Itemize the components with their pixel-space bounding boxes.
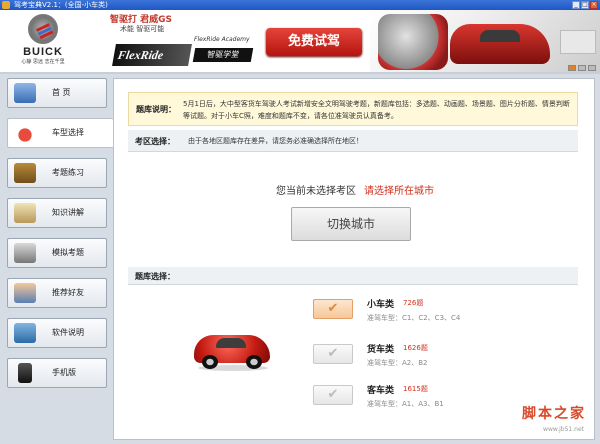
main-panel: 题库说明： 5月1日后，大中型客货车驾驶人考试新增安全文明驾驶考题，新题库包括：… bbox=[113, 78, 595, 440]
bank-option-license-types: 准驾车型：A2、B2 bbox=[367, 359, 428, 367]
home-icon bbox=[14, 83, 36, 103]
window-titlebar: 驾考宝典V2.1：(全国-小车类) _ □ × bbox=[0, 0, 600, 10]
watermark-text: 脚本之家 bbox=[522, 406, 586, 422]
sidebar: 首 页 车型选择 考题练习 知识讲解 模拟考题 推荐好友 软件说明 手机版 bbox=[7, 78, 113, 398]
notice-body: 5月1日后，大中型客货车驾驶人考试新增安全文明驾驶考题，新题库包括：多选题、动画… bbox=[183, 100, 570, 120]
current-region-text: 您当前未选择考区 bbox=[276, 186, 356, 197]
bank-option-truck[interactable]: ✔ 货车类 1626题 准驾车型：A2、B2 bbox=[313, 342, 573, 378]
watermark-url: www.jb51.net bbox=[543, 426, 584, 433]
brand-name: BUICK bbox=[23, 46, 63, 58]
region-section: 考区选择： 由于各地区题库存在差异，请您务必准确选择所在地区！ bbox=[128, 130, 578, 152]
check-icon[interactable]: ✔ bbox=[313, 344, 353, 364]
exam-icon bbox=[14, 243, 36, 263]
banner-page-dot[interactable] bbox=[588, 65, 596, 71]
sidebar-item-label: 知识讲解 bbox=[52, 208, 84, 217]
sidebar-item-practice[interactable]: 考题练习 bbox=[7, 158, 107, 188]
maximize-button[interactable]: □ bbox=[581, 1, 589, 9]
check-icon[interactable]: ✔ bbox=[313, 385, 353, 405]
select-city-link[interactable]: 请选择所在城市 bbox=[364, 186, 434, 197]
region-hint: 由于各地区题库存在差异，请您务必准确选择所在地区！ bbox=[188, 137, 363, 145]
sidebar-item-label: 车型选择 bbox=[52, 128, 84, 137]
app-icon bbox=[2, 1, 10, 9]
bank-option-name: 客车类 bbox=[367, 386, 395, 396]
banner-page-dot[interactable] bbox=[568, 65, 576, 71]
question-bank-notice: 题库说明： 5月1日后，大中型客货车驾驶人考试新增安全文明驾驶考题，新题库包括：… bbox=[128, 92, 578, 126]
sidebar-item-label: 首 页 bbox=[52, 88, 71, 97]
sidebar-item-home[interactable]: 首 页 bbox=[7, 78, 107, 108]
banner-slogan-2: 术能 智驱可能 bbox=[120, 25, 165, 33]
switch-city-button[interactable]: 切换城市 bbox=[291, 207, 411, 241]
window-title: 驾考宝典V2.1：(全国-小车类) bbox=[14, 1, 108, 9]
sidebar-item-help[interactable]: 软件说明 bbox=[7, 318, 107, 348]
bank-option-count: 1615题 bbox=[403, 385, 428, 393]
close-button[interactable]: × bbox=[590, 1, 598, 9]
flexride-chinese: 智驱学堂 bbox=[192, 48, 254, 62]
buick-emblem-icon bbox=[28, 14, 58, 44]
car-icon bbox=[14, 123, 36, 143]
bank-option-count: 726题 bbox=[403, 299, 424, 307]
free-test-drive-button[interactable]: 免费试驾 bbox=[266, 28, 362, 56]
thumbnail-image bbox=[560, 30, 596, 54]
banner-car-image bbox=[370, 10, 600, 72]
bank-label: 题库选择： bbox=[135, 272, 175, 281]
sidebar-item-knowledge[interactable]: 知识讲解 bbox=[7, 198, 107, 228]
sidebar-item-label: 手机版 bbox=[52, 368, 76, 377]
banner-pager bbox=[568, 65, 596, 71]
sidebar-item-label: 模拟考题 bbox=[52, 248, 84, 257]
phone-icon bbox=[18, 363, 32, 383]
bank-option-name: 小车类 bbox=[367, 300, 395, 310]
current-region-status: 您当前未选择考区 请选择所在城市 bbox=[114, 182, 596, 197]
banner-slogan-area: 智驱打 君威GS 术能 智驱可能 FlexRide FlexRide Acade… bbox=[96, 10, 256, 72]
red-car-image bbox=[450, 24, 550, 64]
sidebar-item-mock-exam[interactable]: 模拟考题 bbox=[7, 238, 107, 268]
bank-option-count: 1626题 bbox=[403, 344, 428, 352]
bank-option-car[interactable]: ✔ 小车类 726题 准驾车型：C1、C2、C3、C4 bbox=[313, 297, 573, 333]
ad-banner[interactable]: BUICK 心静 思远 志在千里 智驱打 君威GS 术能 智驱可能 FlexRi… bbox=[0, 10, 600, 74]
buick-logo: BUICK 心静 思远 志在千里 bbox=[6, 14, 80, 70]
bank-option-license-types: 准驾车型：C1、C2、C3、C4 bbox=[367, 314, 461, 322]
bank-option-license-types: 准驾车型：A1、A3、B1 bbox=[367, 400, 444, 408]
sidebar-item-recommend[interactable]: 推荐好友 bbox=[7, 278, 107, 308]
flexride-logo: FlexRide bbox=[112, 44, 192, 66]
sidebar-item-label: 软件说明 bbox=[52, 328, 84, 337]
notice-label: 题库说明： bbox=[136, 105, 176, 114]
bank-section-header: 题库选择： bbox=[128, 267, 578, 285]
notebook-icon bbox=[14, 203, 36, 223]
bank-option-name: 货车类 bbox=[367, 345, 395, 355]
sidebar-item-label: 推荐好友 bbox=[52, 288, 84, 297]
minimize-button[interactable]: _ bbox=[572, 1, 580, 9]
sidebar-item-mobile[interactable]: 手机版 bbox=[7, 358, 107, 388]
book-icon bbox=[14, 163, 36, 183]
help-icon bbox=[14, 323, 36, 343]
sidebar-item-vehicle-select[interactable]: 车型选择 bbox=[7, 118, 113, 148]
banner-page-dot[interactable] bbox=[578, 65, 586, 71]
check-icon[interactable]: ✔ bbox=[313, 299, 353, 319]
flexride-subtitle: FlexRide Academy bbox=[194, 36, 250, 43]
user-icon bbox=[14, 283, 36, 303]
region-label: 考区选择： bbox=[135, 137, 175, 146]
red-beetle-car-image bbox=[194, 329, 270, 371]
brand-tagline: 心静 思远 志在千里 bbox=[21, 59, 65, 65]
engine-image bbox=[378, 14, 448, 70]
sidebar-item-label: 考题练习 bbox=[52, 168, 84, 177]
